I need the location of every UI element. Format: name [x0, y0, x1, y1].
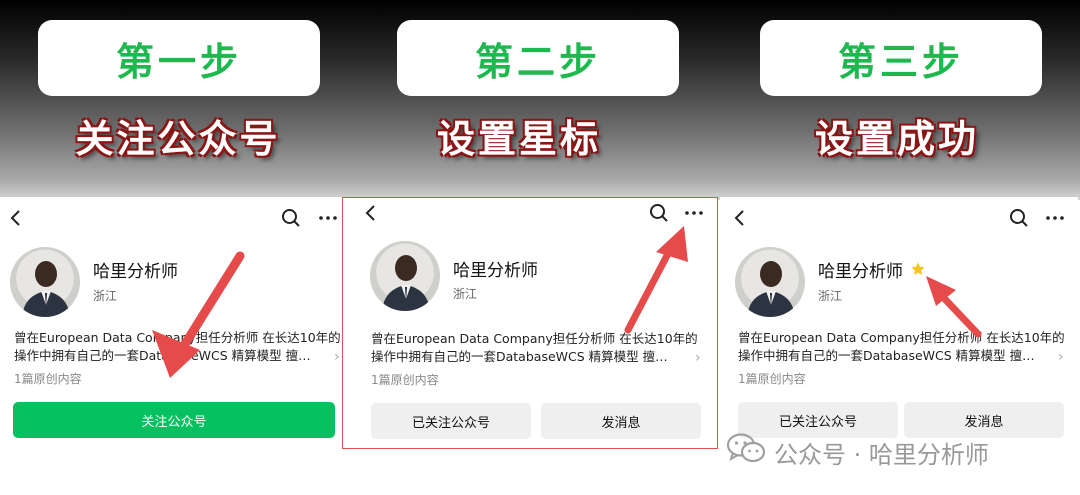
send-message-button[interactable]: 发消息: [541, 403, 701, 439]
bio[interactable]: 曾在European Data Company担任分析师 在长达10年的 操作中…: [738, 329, 1066, 365]
article-count[interactable]: 1篇原创内容: [14, 370, 82, 387]
step-caption: 设置成功: [814, 117, 979, 161]
more-icon[interactable]: [1044, 207, 1066, 229]
chevron-left-icon[interactable]: [361, 204, 379, 222]
location: 浙江: [453, 287, 478, 301]
step-badge: 第二步: [397, 20, 679, 96]
step-1-panel: 第一步 关注公众号 哈里分析师 浙江 曾在European Data Compa…: [0, 0, 360, 495]
account-name: 哈里分析师: [818, 262, 903, 282]
search-icon[interactable]: [648, 202, 670, 224]
search-icon[interactable]: [1008, 207, 1030, 229]
chevron-right-icon: ›: [1058, 349, 1064, 365]
avatar[interactable]: [735, 247, 805, 317]
article-count[interactable]: 1篇原创内容: [371, 371, 439, 388]
article-count[interactable]: 1篇原创内容: [738, 370, 806, 387]
step-caption: 设置星标: [436, 117, 601, 161]
bio-line: 操作中拥有自己的一套DatabaseWCS 精算模型 擅…: [738, 348, 1035, 363]
watermark: 公众号 · 哈里分析师: [726, 432, 989, 472]
account-name: 哈里分析师: [93, 262, 178, 282]
chevron-right-icon: ›: [695, 350, 701, 366]
follow-button[interactable]: 关注公众号: [13, 402, 335, 438]
step-2-panel: 第二步 设置星标 哈里分析师 浙江 曾在European Data Compan…: [342, 0, 720, 495]
avatar[interactable]: [370, 241, 440, 311]
avatar[interactable]: [10, 247, 80, 317]
more-icon[interactable]: [683, 202, 705, 224]
bio-line: 曾在European Data Company担任分析师 在长达10年的: [371, 331, 698, 346]
followed-button[interactable]: 已关注公众号: [371, 403, 531, 439]
location: 浙江: [93, 289, 118, 303]
profile-screen: 哈里分析师 浙江 曾在European Data Company担任分析师 在长…: [342, 197, 718, 449]
bio-line: 操作中拥有自己的一套DatabaseWCS 精算模型 擅…: [371, 349, 668, 364]
step-badge: 第三步: [760, 20, 1042, 96]
location: 浙江: [818, 289, 843, 303]
step-caption: 关注公众号: [75, 117, 281, 161]
step-3-panel: 第三步 设置成功 哈里分析师 浙江 曾在European Data Compan…: [720, 0, 1080, 495]
bio-line: 操作中拥有自己的一套DatabaseWCS 精算模型 擅…: [14, 348, 311, 363]
profile-screen: 哈里分析师 浙江 曾在European Data Company担任分析师 在长…: [0, 197, 358, 495]
more-icon[interactable]: [317, 207, 339, 229]
chevron-right-icon: ›: [334, 349, 340, 365]
step-badge: 第一步: [38, 20, 320, 96]
chevron-left-icon[interactable]: [730, 209, 748, 227]
watermark-text: 公众号 · 哈里分析师: [774, 440, 989, 469]
wechat-icon: [726, 432, 766, 472]
chevron-left-icon[interactable]: [6, 209, 24, 227]
bio-line: 曾在European Data Company担任分析师 在长达10年的: [14, 330, 341, 345]
star-icon: [910, 261, 926, 281]
search-icon[interactable]: [280, 207, 302, 229]
account-name: 哈里分析师: [453, 261, 538, 281]
bio-line: 曾在European Data Company担任分析师 在长达10年的: [738, 330, 1065, 345]
bio[interactable]: 曾在European Data Company担任分析师 在长达10年的 操作中…: [14, 329, 342, 365]
bio[interactable]: 曾在European Data Company担任分析师 在长达10年的 操作中…: [371, 330, 699, 366]
